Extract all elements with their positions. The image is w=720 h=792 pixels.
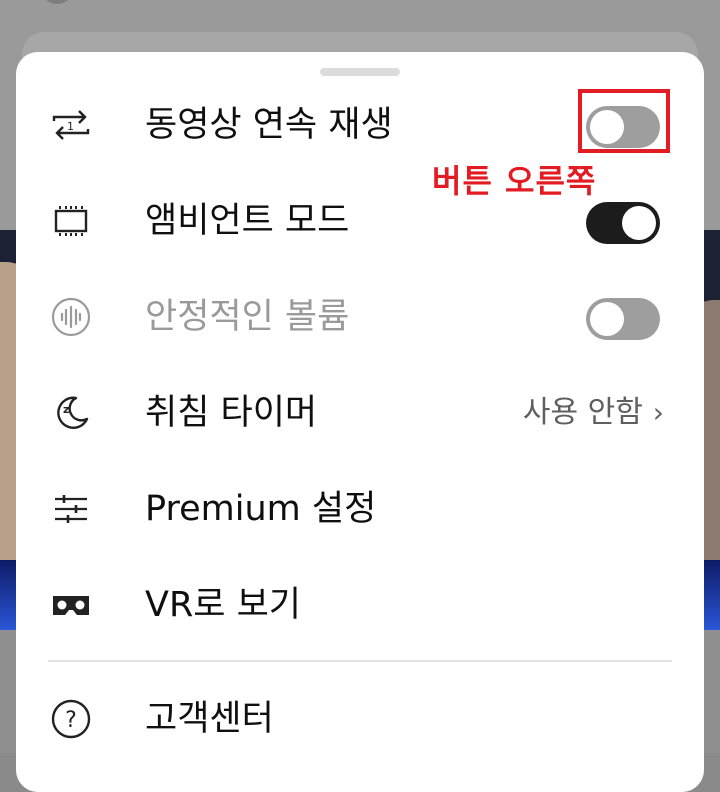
sleep-timer-value[interactable]: 사용 안함 ›	[523, 365, 664, 461]
menu-item-vr-view[interactable]: VR로 보기	[16, 557, 704, 653]
settings-bottom-sheet: 1 동영상 연속 재생 앰비언트 모드 안정적인 볼륨 z 취침 타이머 사용 …	[16, 52, 704, 792]
svg-text:?: ?	[65, 708, 77, 733]
menu-item-stable-volume[interactable]: 안정적인 볼륨	[16, 269, 704, 365]
menu-item-sleep-timer[interactable]: z 취침 타이머 사용 안함 ›	[16, 365, 704, 461]
sleep-timer-value-text: 사용 안함	[522, 395, 643, 430]
annotation-highlight-box	[578, 89, 670, 153]
menu-item-label: 취침 타이머	[145, 393, 318, 433]
menu-item-label: Premium 설정	[145, 489, 377, 529]
vr-headset-icon	[50, 586, 92, 624]
stable-volume-toggle[interactable]	[586, 298, 660, 340]
menu-item-label: VR로 보기	[145, 585, 301, 625]
stable-volume-icon	[50, 297, 92, 337]
svg-text:1: 1	[67, 120, 74, 133]
toggle-knob	[622, 206, 656, 240]
menu-divider	[48, 660, 672, 662]
help-icon: ?	[50, 699, 92, 739]
sleep-timer-icon: z	[50, 394, 92, 432]
menu-item-ambient-mode[interactable]: 앰비언트 모드	[16, 173, 704, 269]
settings-sliders-icon	[50, 490, 92, 528]
autoplay-icon: 1	[50, 106, 92, 144]
menu-item-premium-settings[interactable]: Premium 설정	[16, 461, 704, 557]
menu-item-label: 안정적인 볼륨	[145, 297, 350, 337]
annotation-text: 버튼 오른쪽	[432, 162, 597, 200]
chevron-right-icon: ›	[652, 396, 664, 429]
menu-item-label: 앰비언트 모드	[145, 201, 350, 241]
svg-text:z: z	[63, 403, 69, 416]
toggle-knob	[590, 302, 624, 336]
menu-item-label: 동영상 연속 재생	[145, 105, 393, 145]
ambient-mode-toggle[interactable]	[586, 202, 660, 244]
ambient-mode-icon	[50, 202, 92, 240]
drag-handle[interactable]	[320, 68, 400, 76]
